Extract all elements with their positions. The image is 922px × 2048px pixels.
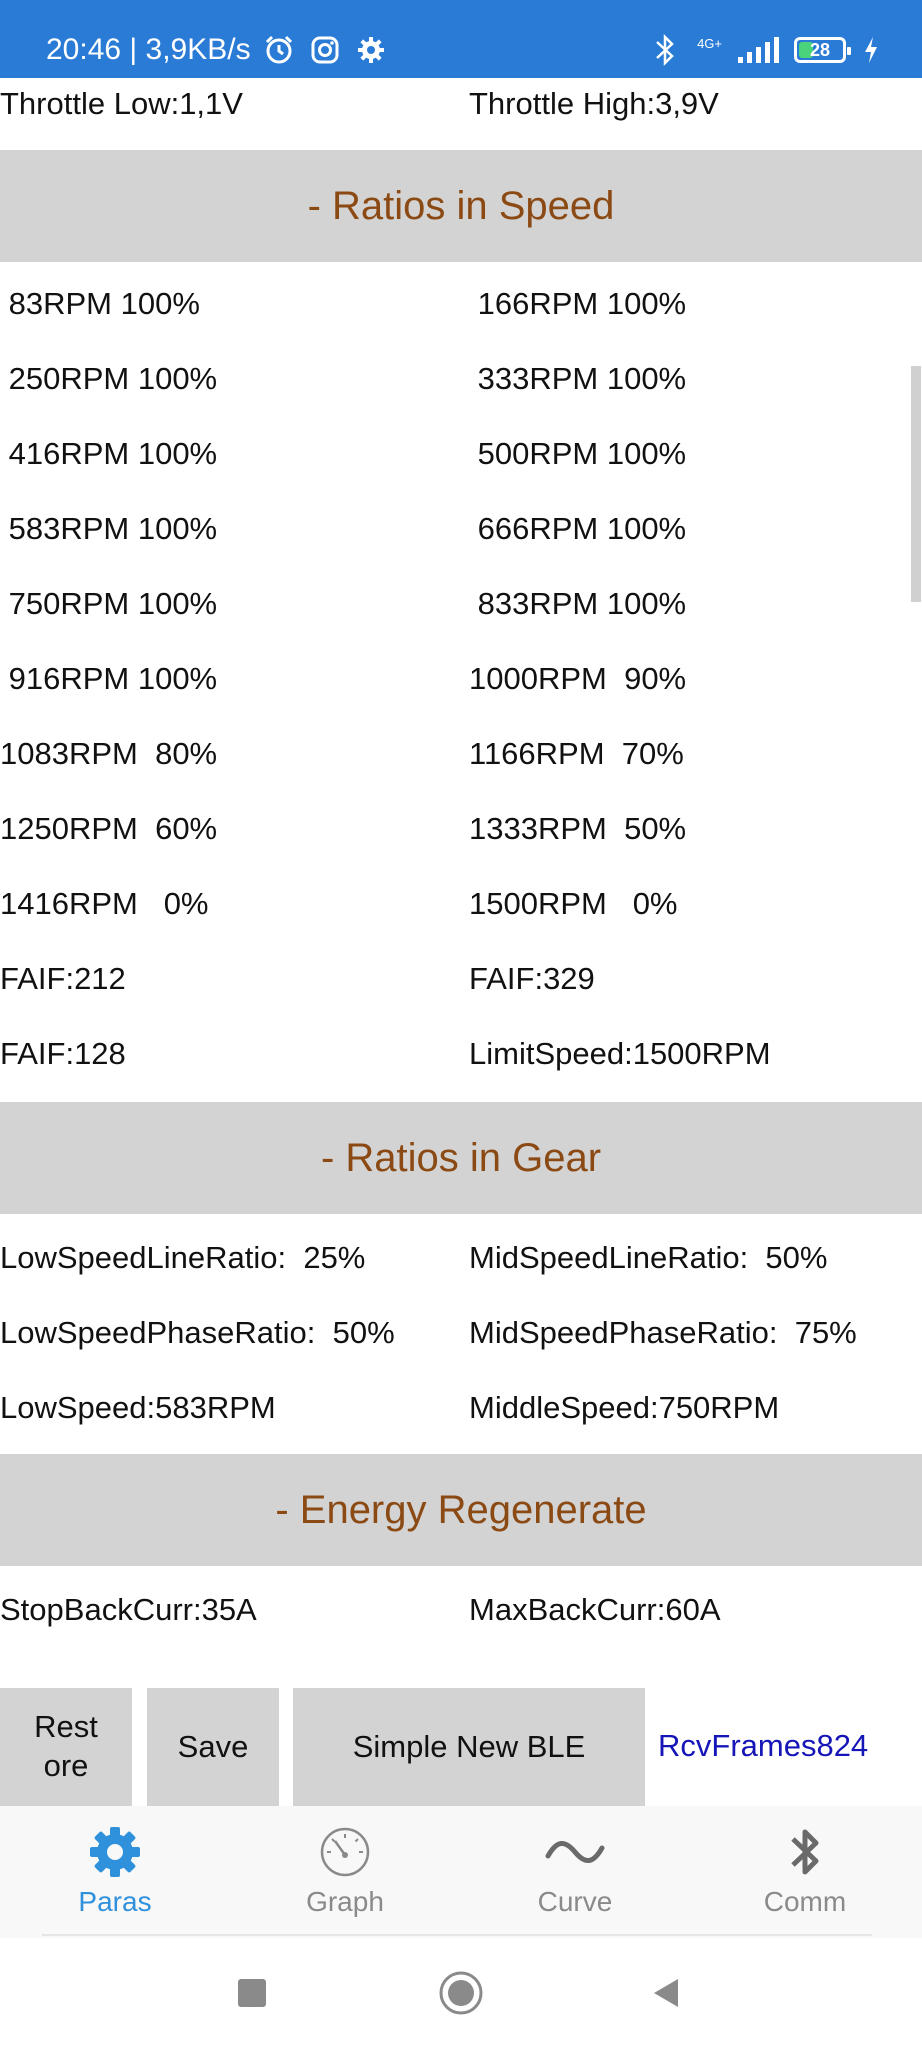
tab-label-graph: Graph [306,1886,384,1917]
speed-row: 83RPM 100% 166RPM 100% [0,286,922,336]
faif-cell[interactable]: FAIF:212 [0,961,126,997]
bluetooth-icon [775,1822,835,1882]
speed-cell[interactable]: 833RPM 100% [469,586,687,622]
gear-row: LowSpeedPhaseRatio: 50% MidSpeedPhaseRat… [0,1315,922,1365]
gear-icon [85,1822,145,1882]
battery-icon: 28 [794,37,851,63]
tab-paras[interactable]: Paras [0,1806,230,1938]
settings-icon [353,32,389,68]
restore-button[interactable]: Rest ore [0,1688,132,1806]
tab-divider [42,1934,872,1936]
section-header-gear[interactable]: - Ratios in Gear [0,1102,922,1214]
gear-cell[interactable]: LowSpeed:583RPM [0,1390,276,1426]
wave-icon [545,1822,605,1882]
network-type: 4G+ [697,36,722,51]
section-header-speed[interactable]: - Ratios in Speed [0,150,922,262]
speed-row: 1250RPM 60% 1333RPM 50% [0,811,922,861]
gauge-icon [315,1822,375,1882]
speed-cell[interactable]: 500RPM 100% [469,436,687,472]
system-nav-bar [0,1938,922,2048]
home-circle-icon [439,1971,483,2015]
gear-cell[interactable]: LowSpeedPhaseRatio: 50% [0,1315,395,1351]
tab-label-curve: Curve [537,1886,613,1917]
faif-row: FAIF:128 LimitSpeed:1500RPM [0,1036,922,1086]
status-time-speed: 20:46 | 3,9KB/s [46,33,251,66]
faif-cell[interactable]: FAIF:329 [469,961,595,997]
speed-cell[interactable]: 1250RPM 60% [0,811,217,847]
speed-row: 1416RPM 0% 1500RPM 0% [0,886,922,936]
restore-label-1: Rest [34,1709,98,1745]
instagram-icon [307,32,343,68]
section-header-regen[interactable]: - Energy Regenerate [0,1454,922,1566]
speed-cell[interactable]: 1333RPM 50% [469,811,686,847]
speed-cell[interactable]: 666RPM 100% [469,511,687,547]
speed-cell[interactable]: 416RPM 100% [0,436,218,472]
home-button[interactable] [421,1938,501,2048]
speed-row: 583RPM 100% 666RPM 100% [0,511,922,561]
speed-cell[interactable]: 1500RPM 0% [469,886,678,922]
gear-row: LowSpeed:583RPM MiddleSpeed:750RPM [0,1390,922,1440]
tab-label-paras: Paras [78,1886,152,1917]
limit-speed-cell[interactable]: LimitSpeed:1500RPM [469,1036,771,1072]
tab-label-comm: Comm [763,1886,847,1917]
throttle-low: Throttle Low:1,1V [0,86,243,121]
faif-row: FAIF:212 FAIF:329 [0,961,922,1011]
gear-cell[interactable]: MidSpeedLineRatio: 50% [469,1240,827,1276]
speed-cell[interactable]: 333RPM 100% [469,361,687,397]
section-title-regen: - Energy Regenerate [275,1487,647,1532]
gear-cell[interactable]: MidSpeedPhaseRatio: 75% [469,1315,857,1351]
recent-apps-button[interactable] [212,1938,292,2048]
speed-row: 750RPM 100% 833RPM 100% [0,586,922,636]
alarm-icon [261,32,297,68]
speed-cell[interactable]: 583RPM 100% [0,511,218,547]
speed-cell[interactable]: 1000RPM 90% [469,661,686,697]
speed-cell[interactable]: 83RPM 100% [0,286,200,322]
rcv-frames-label: RcvFrames824 [658,1728,869,1763]
speed-row: 416RPM 100% 500RPM 100% [0,436,922,486]
regen-cell[interactable]: StopBackCurr:35A [0,1592,257,1628]
section-title-gear: - Ratios in Gear [320,1135,602,1180]
speed-cell[interactable]: 1083RPM 80% [0,736,217,772]
speed-cell[interactable]: 916RPM 100% [0,661,218,697]
ble-label: Simple New BLE [352,1729,586,1764]
regen-cell[interactable]: MaxBackCurr:60A [469,1592,721,1628]
battery-level: 28 [809,39,831,60]
speed-cell[interactable]: 750RPM 100% [0,586,218,622]
square-icon [238,1979,266,2007]
speed-cell[interactable]: 1416RPM 0% [0,886,209,922]
throttle-row: Throttle Low:1,1V Throttle High:3,9V [0,86,922,136]
speed-cell[interactable]: 166RPM 100% [469,286,687,322]
gear-cell[interactable]: LowSpeedLineRatio: 25% [0,1240,365,1276]
tab-graph[interactable]: Graph [230,1806,460,1938]
tab-curve[interactable]: Curve [460,1806,690,1938]
regen-row: StopBackCurr:35A MaxBackCurr:60A [0,1592,922,1642]
bluetooth-icon [647,32,683,68]
back-button[interactable] [626,1938,706,2048]
status-bar: 20:46 | 3,9KB/s 4G+ 28 [0,0,922,78]
speed-row: 1083RPM 80% 1166RPM 70% [0,736,922,786]
speed-cell[interactable]: 250RPM 100% [0,361,218,397]
back-triangle-icon [654,1979,678,2007]
throttle-high: Throttle High:3,9V [469,86,719,121]
gear-row: LowSpeedLineRatio: 25% MidSpeedLineRatio… [0,1240,922,1290]
scrollbar-thumb[interactable] [911,366,921,602]
signal-icon [736,32,780,68]
speed-cell[interactable]: 1166RPM 70% [469,736,684,772]
tab-comm[interactable]: Comm [690,1806,920,1938]
section-title-speed: - Ratios in Speed [307,183,615,228]
faif-cell[interactable]: FAIF:128 [0,1036,126,1072]
bottom-tab-bar: Paras Graph Curve Comm [0,1806,922,1938]
charging-icon [860,32,882,68]
speed-row: 250RPM 100% 333RPM 100% [0,361,922,411]
save-button[interactable]: Save [147,1688,279,1806]
restore-label-2: ore [43,1748,89,1783]
save-label: Save [177,1729,249,1764]
speed-row: 916RPM 100% 1000RPM 90% [0,661,922,711]
gear-cell[interactable]: MiddleSpeed:750RPM [469,1390,779,1426]
simple-new-ble-button[interactable]: Simple New BLE [293,1688,645,1806]
